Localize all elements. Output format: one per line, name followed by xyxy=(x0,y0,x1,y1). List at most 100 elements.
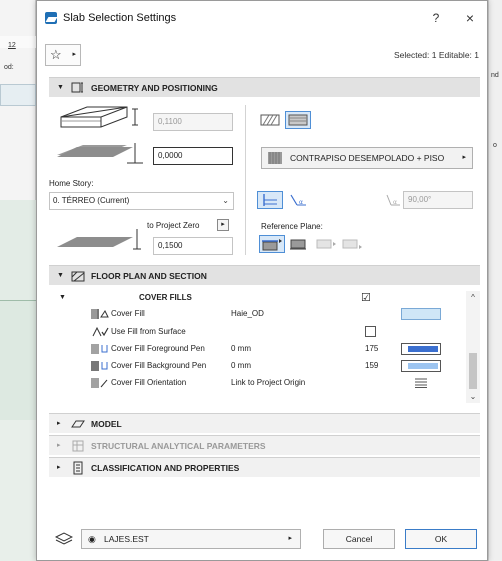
home-story-dropdown[interactable]: 0. TÉRREO (Current) ⌄ xyxy=(49,192,234,210)
reference-level-menu-button[interactable]: ▸ xyxy=(217,219,229,231)
pen-number: 175 xyxy=(365,344,379,353)
pen-color-swatch[interactable] xyxy=(401,343,441,355)
pen-color-fill xyxy=(408,346,438,352)
thickness-field[interactable]: 0,1100 xyxy=(153,113,233,131)
reference-plane-top-button[interactable] xyxy=(259,235,285,253)
panel-title: FLOOR PLAN AND SECTION xyxy=(91,271,207,281)
panel-header-classification[interactable]: ▸ CLASSIFICATION AND PROPERTIES xyxy=(49,457,480,477)
scroll-down-icon[interactable]: ⌄ xyxy=(466,392,480,401)
close-button[interactable]: × xyxy=(459,9,481,27)
table-row[interactable]: Cover Fill Background Pen 0 mm 159 xyxy=(49,359,463,373)
classification-icon xyxy=(73,461,83,475)
svg-text:α: α xyxy=(299,199,303,206)
slab-selection-settings-dialog: Slab Selection Settings ? × ☆ ▸ Selected… xyxy=(36,0,488,561)
panel-header-floor-plan[interactable]: ▼ FLOOR PLAN AND SECTION xyxy=(49,265,480,285)
angle-mode-vertical-button[interactable] xyxy=(257,191,283,209)
panel-header-model[interactable]: ▸ MODEL xyxy=(49,413,480,433)
cancel-button[interactable]: Cancel xyxy=(323,529,395,549)
panel-header-structural[interactable]: ▸ STRUCTURAL ANALYTICAL PARAMETERS xyxy=(49,435,480,455)
layer-icon xyxy=(55,532,73,545)
title-bar: Slab Selection Settings ? × xyxy=(37,1,487,35)
property-name: Cover Fill xyxy=(111,309,145,318)
surface-material-selector[interactable]: CONTRAPISO DESEMPOLADO + PISO ▸ xyxy=(261,147,473,169)
pen-color-swatch[interactable] xyxy=(401,360,441,372)
angle-mode-custom-button[interactable]: α xyxy=(285,191,311,209)
panel-header-geometry[interactable]: ▼ GEOMETRY AND POSITIONING xyxy=(49,77,480,97)
scroll-up-icon[interactable]: ^ xyxy=(466,293,480,302)
panel-title: GEOMETRY AND POSITIONING xyxy=(91,83,218,93)
vertical-edge-icon xyxy=(263,194,277,206)
eye-icon: ◉ xyxy=(88,534,96,544)
chevron-right-icon: ▸ xyxy=(288,535,292,542)
ok-button[interactable]: OK xyxy=(405,529,477,549)
to-project-zero-label: to Project Zero xyxy=(147,221,200,230)
background-label: nd xyxy=(491,72,499,79)
collapsed-triangle-icon: ▸ xyxy=(57,442,61,449)
model-icon xyxy=(71,420,85,428)
material-swatch-icon xyxy=(268,152,282,164)
reference-top-icon xyxy=(262,239,282,251)
table-row[interactable]: Cover Fill Haie_OD xyxy=(49,307,463,321)
archicad-app-icon xyxy=(45,12,57,24)
property-name: Cover Fill Orientation xyxy=(111,378,187,387)
custom-angle-icon: α xyxy=(290,194,306,206)
property-value: Link to Project Origin xyxy=(231,378,306,387)
hatch-icon xyxy=(260,114,280,126)
chevron-down-icon: ⌄ xyxy=(222,196,229,205)
chevron-right-icon: ▸ xyxy=(72,51,76,58)
favorites-button[interactable]: ☆ ▸ xyxy=(45,44,81,66)
elevation-diagram-icon xyxy=(57,229,141,250)
layer-selector[interactable]: ◉ LAJES.EST ▸ xyxy=(81,529,301,549)
reference-plane-core-bottom-button[interactable] xyxy=(339,235,365,253)
group-checkbox[interactable]: ☑ xyxy=(361,291,371,305)
background-app-right-strip: nd o xyxy=(488,0,502,561)
property-name: Cover Fill Foreground Pen xyxy=(111,344,205,353)
column-divider xyxy=(245,105,246,255)
home-story-label: Home Story: xyxy=(49,179,94,188)
offset-field[interactable]: 0,0000 xyxy=(153,147,233,165)
floor-plan-property-table: ▼ COVER FILLS ☑ Cover Fill Haie_OD Use F… xyxy=(49,291,480,403)
reference-plane-bottom-button[interactable] xyxy=(287,235,313,253)
angle-field[interactable]: 90,00° xyxy=(403,191,473,209)
pen-color-fill xyxy=(408,363,438,369)
table-row[interactable]: Use Fill from Surface xyxy=(49,325,463,339)
geometry-icon xyxy=(71,82,83,93)
group-label: COVER FILLS xyxy=(139,293,192,302)
property-value: Haie_OD xyxy=(231,309,264,318)
project-zero-field[interactable]: 0,1500 xyxy=(153,237,233,255)
fill-swatch[interactable] xyxy=(401,308,441,320)
table-row[interactable]: Cover Fill Foreground Pen 0 mm 175 xyxy=(49,342,463,356)
reference-core-top-icon xyxy=(316,239,336,249)
table-row[interactable]: Cover Fill Orientation Link to Project O… xyxy=(49,376,463,390)
use-fill-from-surface-checkbox[interactable] xyxy=(365,326,376,337)
reference-plane-core-top-button[interactable] xyxy=(313,235,339,253)
pen-number: 159 xyxy=(365,361,379,370)
expand-triangle-icon: ▼ xyxy=(57,84,64,91)
background-label: o xyxy=(493,142,497,149)
selection-count: Selected: 1 Editable: 1 xyxy=(393,50,479,60)
dialog-footer: ◉ LAJES.EST ▸ Cancel OK xyxy=(37,520,487,560)
scrollbar-thumb[interactable] xyxy=(469,353,477,389)
reference-plane-label: Reference Plane: xyxy=(261,222,323,231)
chevron-right-icon: ▸ xyxy=(462,154,466,161)
structural-icon xyxy=(72,440,84,452)
star-icon: ☆ xyxy=(50,47,62,62)
help-button[interactable]: ? xyxy=(425,9,447,27)
expand-triangle-icon: ▼ xyxy=(57,272,64,279)
panel-title: MODEL xyxy=(91,419,122,429)
surface-mode-fill-button[interactable] xyxy=(285,111,311,129)
orientation-lines-icon[interactable] xyxy=(415,378,427,388)
surface-material-name: CONTRAPISO DESEMPOLADO + PISO xyxy=(290,153,445,163)
collapsed-triangle-icon: ▸ xyxy=(57,420,61,427)
panel-title: STRUCTURAL ANALYTICAL PARAMETERS xyxy=(91,441,266,451)
property-table-scrollbar[interactable]: ^ ⌄ xyxy=(466,291,480,403)
cover-fill-icon xyxy=(91,309,109,319)
dialog-title: Slab Selection Settings xyxy=(63,12,177,24)
background-tab-label: 12 xyxy=(8,42,16,49)
property-name: Cover Fill Background Pen xyxy=(111,361,207,370)
angle-icon: α xyxy=(386,194,400,206)
surface-mode-hatched-button[interactable] xyxy=(257,111,283,129)
background-pen-icon xyxy=(91,361,108,371)
property-group-cover-fills[interactable]: ▼ COVER FILLS ☑ xyxy=(49,291,463,305)
expand-triangle-icon: ▼ xyxy=(59,294,66,301)
